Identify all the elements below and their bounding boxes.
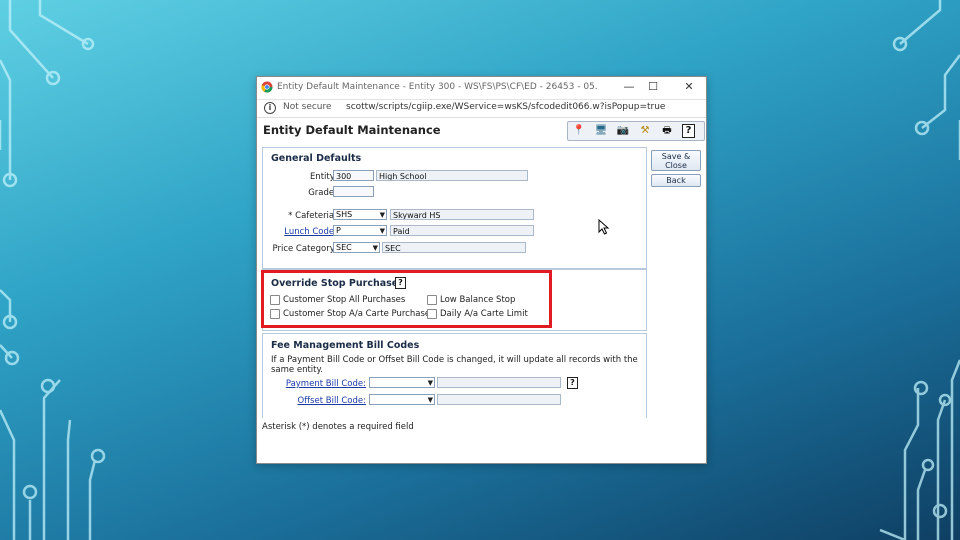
page-title: Entity Default Maintenance <box>263 123 441 137</box>
required-note: Asterisk (*) denotes a required field <box>262 422 414 432</box>
help-icon[interactable]: ? <box>567 377 578 389</box>
chrome-icon <box>261 81 273 93</box>
camera-icon[interactable]: 📷 <box>616 124 630 138</box>
payment-bill-code-select[interactable]: ▼ <box>369 377 435 388</box>
monitor-icon[interactable]: 🖥 <box>594 124 608 138</box>
chevron-down-icon: ▼ <box>427 379 433 387</box>
save-close-button[interactable]: Save & Close <box>651 150 701 171</box>
general-defaults-title: General Defaults <box>271 153 362 164</box>
lunch-code-link[interactable]: Lunch Code: <box>284 227 337 237</box>
offset-bill-code-select[interactable]: ▼ <box>369 394 435 405</box>
address-bar[interactable]: i Not secure scottw/scripts/cgiip.exe/WS… <box>257 99 706 118</box>
browser-window: Entity Default Maintenance - Entity 300 … <box>256 76 707 464</box>
info-icon[interactable]: i <box>264 102 276 114</box>
chevron-down-icon: ▼ <box>379 211 385 219</box>
pin-icon[interactable]: 📍 <box>572 124 586 138</box>
offset-bill-code-link[interactable]: Offset Bill Code: <box>298 396 366 406</box>
price-category-select[interactable]: SEC ▼ <box>333 242 380 253</box>
lunch-code-name-field: Paid <box>390 225 534 236</box>
cafeteria-label: * Cafeteria: <box>288 211 337 221</box>
window-titlebar: Entity Default Maintenance - Entity 300 … <box>257 77 706 100</box>
window-title: Entity Default Maintenance - Entity 300 … <box>277 82 597 92</box>
price-category-label: Price Category: <box>272 244 337 254</box>
print-icon[interactable]: 🖶 <box>660 124 674 138</box>
close-button[interactable]: ✕ <box>681 80 697 94</box>
cafeteria-select[interactable]: SHS ▼ <box>333 209 387 220</box>
back-button[interactable]: Back <box>651 174 701 187</box>
fee-management-panel: Fee Management Bill Codes If a Payment B… <box>262 333 647 418</box>
help-icon[interactable]: ? <box>682 124 695 138</box>
highlight-box <box>261 270 552 328</box>
toolbar: 📍 🖥 📷 ⚒ 🖶 ? <box>567 121 705 141</box>
grade-input[interactable] <box>333 186 374 197</box>
entity-name-field: High School <box>376 170 528 181</box>
minimize-button[interactable]: — <box>621 80 637 94</box>
payment-bill-code-link[interactable]: Payment Bill Code: <box>286 379 366 389</box>
chevron-down-icon: ▼ <box>372 244 378 252</box>
general-defaults-panel: General Defaults Entity: 300 High School… <box>262 147 647 269</box>
fee-description: If a Payment Bill Code or Offset Bill Co… <box>271 355 638 375</box>
price-category-name-field: SEC <box>382 242 526 253</box>
maximize-button[interactable]: ☐ <box>645 80 661 94</box>
fee-management-title: Fee Management Bill Codes <box>271 340 420 351</box>
security-status: Not secure <box>283 102 332 112</box>
cafeteria-name-field: Skyward HS <box>390 209 534 220</box>
payment-bill-code-desc <box>437 377 561 388</box>
offset-bill-code-desc <box>437 394 561 405</box>
lunch-code-select[interactable]: P ▼ <box>333 225 387 236</box>
chevron-down-icon: ▼ <box>379 227 385 235</box>
chevron-down-icon: ▼ <box>427 396 433 404</box>
mouse-cursor-icon <box>598 219 610 235</box>
entity-code-input[interactable]: 300 <box>333 170 374 181</box>
page-header: Entity Default Maintenance 📍 🖥 📷 ⚒ 🖶 ? <box>257 117 706 143</box>
tools-icon[interactable]: ⚒ <box>638 124 652 138</box>
url-text[interactable]: scottw/scripts/cgiip.exe/WService=wsKS/s… <box>346 102 701 112</box>
